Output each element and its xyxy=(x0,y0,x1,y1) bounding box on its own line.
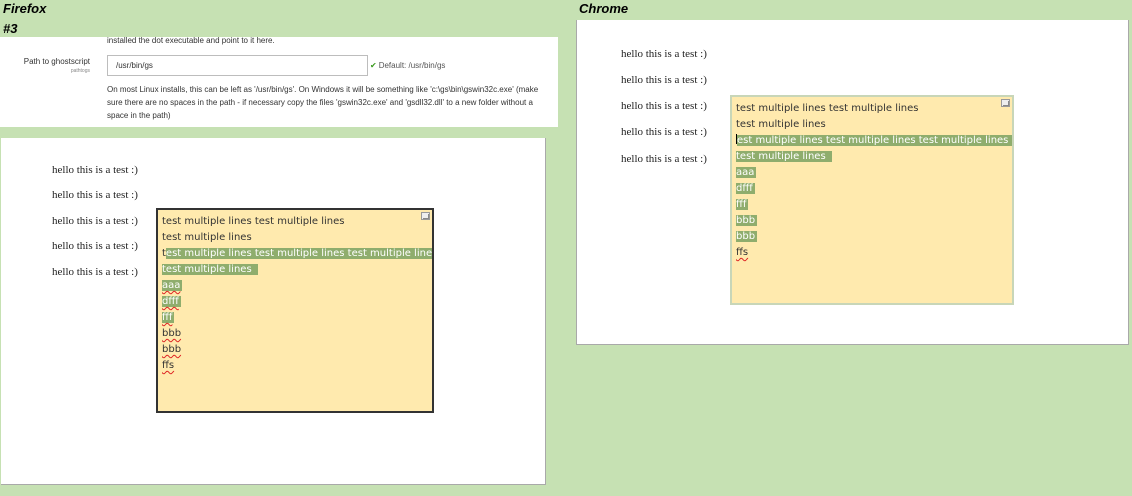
firefox-note-textarea[interactable]: test multiple lines test multiple lines … xyxy=(156,208,434,413)
hello-line: hello this is a test :) xyxy=(52,266,138,278)
chrome-note-textarea[interactable]: test multiple lines test multiple lines … xyxy=(730,95,1014,305)
note-line: bbb xyxy=(162,328,182,339)
selected-text: bbb xyxy=(736,231,758,242)
selected-text: bbb xyxy=(736,215,758,226)
note-line: test multiple lines test multiple lines xyxy=(162,216,345,227)
ghostscript-path-sublabel: pathtogs xyxy=(70,68,90,74)
note-line: bbb xyxy=(736,213,1008,229)
selected-text: dfff xyxy=(736,183,755,194)
hello-line: hello this is a test :) xyxy=(621,126,707,138)
note-line: bbb xyxy=(736,229,1008,245)
note-line: test multiple lines xyxy=(162,232,252,243)
check-icon: ✔ xyxy=(370,61,377,70)
ghostscript-path-input[interactable] xyxy=(107,55,368,76)
note-line: ffs xyxy=(736,247,749,258)
ghostscript-path-label: Path to ghostscript xyxy=(23,57,90,66)
selected-text: test multiple lines xyxy=(162,264,258,275)
note-line: ffs xyxy=(162,360,175,371)
chrome-viewport: hello this is a test :) hello this is a … xyxy=(576,20,1129,345)
hello-line: hello this is a test :) xyxy=(621,74,707,86)
selected-text: test multiple lines xyxy=(736,151,832,162)
default-note-text: Default: /usr/bin/gs xyxy=(378,61,446,70)
note-line: est multiple lines test multiple lines t… xyxy=(736,133,1012,149)
note-line: test multiple lines test multiple lines … xyxy=(162,246,432,262)
default-note: ✔ Default: /usr/bin/gs xyxy=(370,61,445,70)
note-line: fff xyxy=(736,197,1008,213)
resize-handle-icon[interactable] xyxy=(421,212,430,220)
note-line: fff xyxy=(162,310,428,326)
chrome-label: Chrome xyxy=(579,1,629,16)
resize-handle-icon[interactable] xyxy=(1001,99,1010,107)
hello-line: hello this is a test :) xyxy=(621,153,707,165)
issue-number-label: #3 xyxy=(3,21,18,36)
firefox-label: Firefox xyxy=(3,1,47,16)
hello-line: hello this is a test :) xyxy=(52,164,138,176)
note-line: dfff xyxy=(162,294,428,310)
hello-line: hello this is a test :) xyxy=(621,100,707,112)
hello-line: hello this is a test :) xyxy=(621,48,707,60)
selected-text: aaa xyxy=(162,280,183,291)
note-line: test multiple lines xyxy=(736,149,1008,165)
selected-text: dfff xyxy=(162,296,181,307)
dot-help-text: installed the dot executable and point t… xyxy=(107,36,275,45)
ghostscript-settings-panel: installed the dot executable and point t… xyxy=(0,36,558,127)
note-line: aaa xyxy=(162,278,428,294)
selected-text: aaa xyxy=(736,167,757,178)
selected-text: est multiple lines test multiple lines t… xyxy=(737,135,1012,146)
note-line: test multiple lines xyxy=(162,262,428,278)
help-line-3: space in the path) xyxy=(107,111,171,120)
hello-line: hello this is a test :) xyxy=(52,189,138,201)
note-line: test multiple lines xyxy=(736,119,826,130)
help-line-2: sure there are no spaces in the path - i… xyxy=(107,98,533,107)
note-line: bbb xyxy=(162,344,182,355)
firefox-viewport: hello this is a test :) hello this is a … xyxy=(1,138,546,485)
hello-line: hello this is a test :) xyxy=(52,240,138,252)
note-line: dfff xyxy=(736,181,1008,197)
selected-text: est multiple lines test multiple lines t… xyxy=(165,248,432,259)
selected-text: fff xyxy=(162,312,175,323)
hello-line: hello this is a test :) xyxy=(52,215,138,227)
note-line: aaa xyxy=(736,165,1008,181)
selected-text: fff xyxy=(736,199,749,210)
help-line-1: On most Linux installs, this can be left… xyxy=(107,85,539,94)
note-line: test multiple lines test multiple lines xyxy=(736,103,919,114)
